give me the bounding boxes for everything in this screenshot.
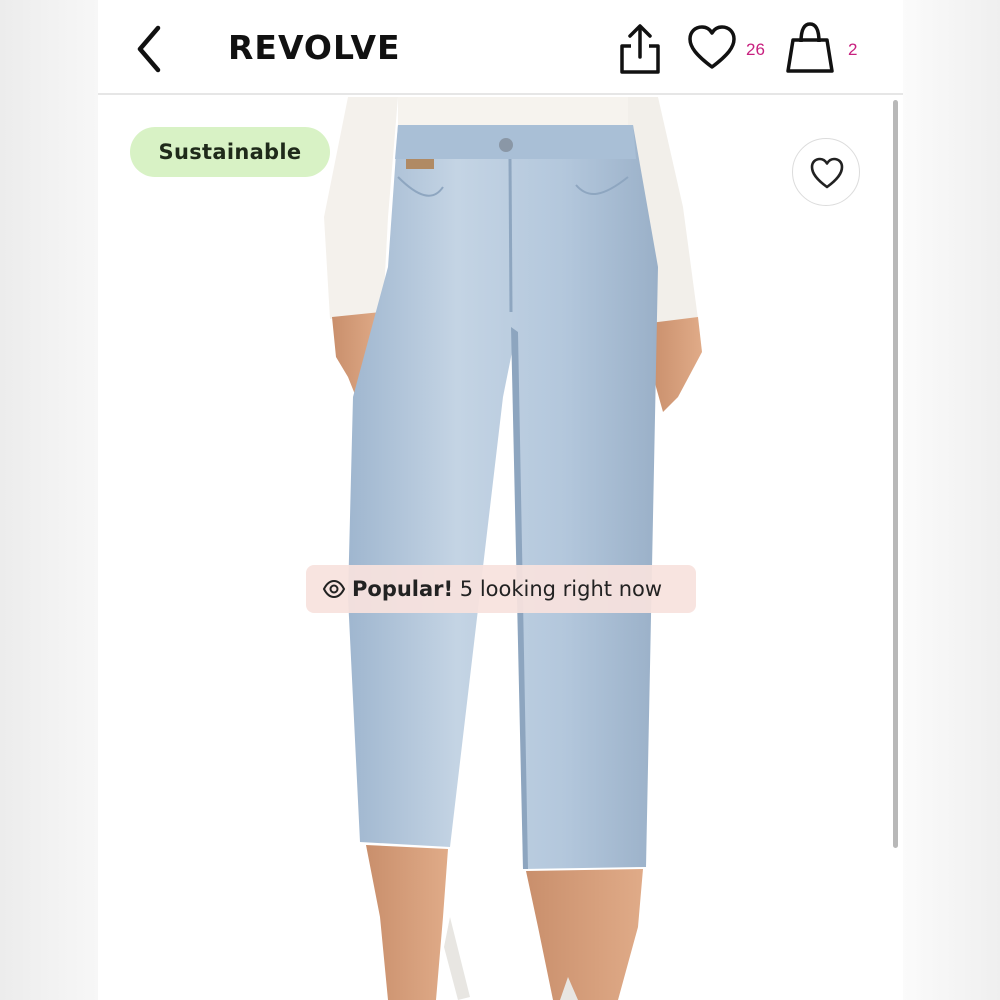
popularity-indicator: Popular! 5 looking right now [306, 565, 696, 613]
wishlist-button[interactable] [686, 24, 738, 72]
popularity-text: Popular! 5 looking right now [352, 565, 662, 613]
product-image-area[interactable]: Sustainable Popular! 5 looking right now [98, 97, 903, 1000]
wishlist-count: 26 [746, 40, 765, 59]
top-navigation-bar: REVOLVE 26 2 [98, 0, 903, 95]
eye-icon [322, 579, 346, 599]
sustainable-badge: Sustainable [130, 127, 330, 177]
favorite-button[interactable] [792, 138, 860, 206]
product-photo [324, 97, 702, 1000]
heart-icon [688, 25, 736, 69]
looking-now-text: 5 looking right now [459, 577, 663, 601]
right-background [903, 0, 1000, 1000]
share-button[interactable] [616, 22, 664, 76]
brand-logo[interactable]: REVOLVE [228, 28, 401, 67]
shopping-bag-button[interactable] [784, 20, 836, 76]
left-background [0, 0, 98, 1000]
back-button[interactable] [130, 22, 170, 76]
app-screen: REVOLVE 26 2 Sustainable Popular! 5 look… [98, 0, 903, 1000]
popular-label: Popular! [352, 577, 454, 601]
scrollbar[interactable] [893, 100, 898, 848]
share-icon [620, 24, 660, 74]
bag-count: 2 [848, 40, 858, 59]
chevron-left-icon [137, 25, 161, 73]
heart-icon [810, 157, 844, 189]
shopping-bag-icon [786, 22, 834, 73]
